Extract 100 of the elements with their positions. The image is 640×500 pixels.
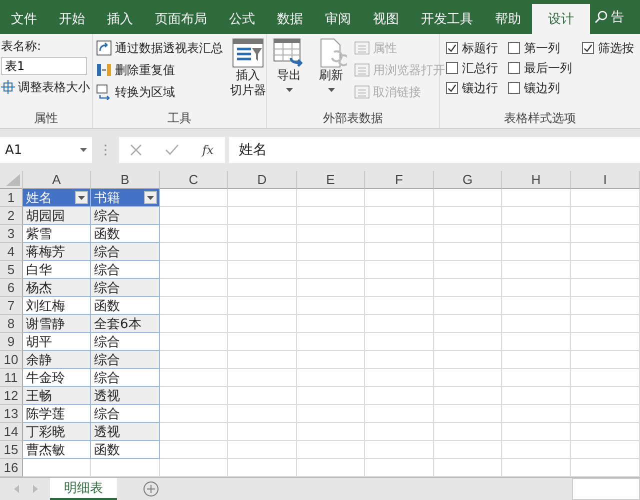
worksheet-cell[interactable] bbox=[297, 441, 365, 459]
worksheet-cell[interactable] bbox=[297, 351, 365, 369]
worksheet-cell[interactable] bbox=[434, 189, 502, 207]
worksheet-cell[interactable] bbox=[228, 297, 297, 315]
worksheet-cell[interactable]: 透视 bbox=[91, 387, 160, 405]
worksheet-cell[interactable] bbox=[228, 405, 297, 423]
worksheet-cell[interactable] bbox=[502, 279, 571, 297]
ribbon-tab[interactable]: 审阅 bbox=[314, 4, 362, 34]
ribbon-tab[interactable]: 插入 bbox=[96, 4, 144, 34]
worksheet-cell[interactable] bbox=[571, 423, 640, 441]
worksheet-cell[interactable]: 王畅 bbox=[23, 387, 91, 405]
worksheet-cell[interactable] bbox=[365, 297, 434, 315]
ribbon-tab[interactable]: 设计 bbox=[532, 4, 590, 34]
ribbon-tab[interactable]: 开发工具 bbox=[410, 4, 484, 34]
worksheet-cell[interactable] bbox=[297, 261, 365, 279]
worksheet-cell[interactable]: 蒋梅芳 bbox=[23, 243, 91, 261]
worksheet-cell[interactable]: 函数 bbox=[91, 441, 160, 459]
worksheet-cell[interactable] bbox=[502, 189, 571, 207]
worksheet-cell[interactable] bbox=[571, 333, 640, 351]
worksheet-cell[interactable] bbox=[434, 243, 502, 261]
worksheet-cell[interactable] bbox=[228, 315, 297, 333]
worksheet-cell[interactable] bbox=[365, 333, 434, 351]
worksheet-cell[interactable]: 谢雪静 bbox=[23, 315, 91, 333]
tell-me-button[interactable]: 告 bbox=[594, 0, 624, 34]
worksheet-cell[interactable] bbox=[434, 297, 502, 315]
worksheet-cell[interactable] bbox=[228, 279, 297, 297]
row-header[interactable]: 14 bbox=[0, 423, 23, 441]
column-header[interactable]: A bbox=[23, 171, 91, 189]
worksheet-cell[interactable]: 书籍 bbox=[91, 189, 160, 207]
row-header[interactable]: 15 bbox=[0, 441, 23, 459]
worksheet-cell[interactable] bbox=[160, 423, 228, 441]
worksheet-cell[interactable]: 综合 bbox=[91, 207, 160, 225]
worksheet-cell[interactable] bbox=[160, 405, 228, 423]
worksheet-cell[interactable] bbox=[434, 225, 502, 243]
worksheet-cell[interactable] bbox=[365, 351, 434, 369]
export-button[interactable]: 导出 bbox=[270, 38, 308, 110]
worksheet-cell[interactable]: 胡园园 bbox=[23, 207, 91, 225]
style-option-checkbox[interactable]: 镶边列 bbox=[508, 78, 580, 98]
worksheet-cell[interactable]: 杨杰 bbox=[23, 279, 91, 297]
worksheet-cell[interactable] bbox=[297, 279, 365, 297]
worksheet-cell[interactable] bbox=[228, 243, 297, 261]
worksheet-cell[interactable] bbox=[365, 315, 434, 333]
worksheet-cell[interactable]: 余静 bbox=[23, 351, 91, 369]
worksheet-cell[interactable] bbox=[502, 351, 571, 369]
worksheet-cell[interactable] bbox=[228, 441, 297, 459]
select-all-icon[interactable] bbox=[6, 174, 20, 186]
resize-table-button[interactable]: 调整表格大小 bbox=[1, 77, 91, 97]
worksheet-cell[interactable] bbox=[228, 423, 297, 441]
worksheet-cell[interactable] bbox=[502, 387, 571, 405]
worksheet-cell[interactable] bbox=[502, 243, 571, 261]
refresh-button[interactable]: 刷新 bbox=[312, 38, 350, 110]
worksheet-cell[interactable] bbox=[297, 207, 365, 225]
ribbon-tab[interactable]: 帮助 bbox=[484, 4, 532, 34]
worksheet-cell[interactable]: 全套6本 bbox=[91, 315, 160, 333]
worksheet-cell[interactable] bbox=[434, 423, 502, 441]
ribbon-tab[interactable]: 文件 bbox=[0, 4, 48, 34]
worksheet-cell[interactable] bbox=[297, 405, 365, 423]
row-header[interactable]: 8 bbox=[0, 315, 23, 333]
row-header[interactable]: 13 bbox=[0, 405, 23, 423]
worksheet-cell[interactable] bbox=[297, 297, 365, 315]
worksheet-cell[interactable] bbox=[571, 297, 640, 315]
worksheet-cell[interactable] bbox=[365, 225, 434, 243]
filter-dropdown-button[interactable] bbox=[144, 191, 157, 204]
worksheet-cell[interactable] bbox=[160, 441, 228, 459]
style-option-checkbox[interactable]: 筛选按 bbox=[582, 38, 637, 58]
worksheet-cell[interactable] bbox=[502, 369, 571, 387]
worksheet-cell[interactable] bbox=[365, 261, 434, 279]
worksheet-cell[interactable] bbox=[502, 333, 571, 351]
worksheet-cell[interactable] bbox=[571, 261, 640, 279]
worksheet-cell[interactable] bbox=[297, 243, 365, 261]
scroll-left-icon[interactable] bbox=[14, 485, 19, 493]
worksheet-cell[interactable] bbox=[571, 189, 640, 207]
worksheet-cell[interactable] bbox=[160, 387, 228, 405]
worksheet-cell[interactable] bbox=[228, 225, 297, 243]
style-option-checkbox[interactable]: 第一列 bbox=[508, 38, 580, 58]
worksheet-cell[interactable] bbox=[571, 405, 640, 423]
worksheet-cell[interactable] bbox=[160, 333, 228, 351]
caret-icon[interactable] bbox=[80, 148, 87, 152]
ribbon-tab[interactable]: 页面布局 bbox=[144, 4, 218, 34]
style-option-checkbox[interactable]: 最后一列 bbox=[508, 58, 580, 78]
worksheet-cell[interactable] bbox=[502, 225, 571, 243]
row-header[interactable]: 11 bbox=[0, 369, 23, 387]
worksheet-cell[interactable] bbox=[160, 351, 228, 369]
column-header[interactable]: E bbox=[297, 171, 365, 189]
worksheet-cell[interactable] bbox=[365, 207, 434, 225]
horizontal-scrollbar[interactable] bbox=[572, 478, 640, 500]
worksheet-cell[interactable] bbox=[297, 369, 365, 387]
insert-function-button[interactable]: fx bbox=[202, 143, 214, 157]
worksheet-cell[interactable] bbox=[365, 279, 434, 297]
column-header[interactable]: G bbox=[434, 171, 502, 189]
worksheet-cell[interactable]: 曹杰敏 bbox=[23, 441, 91, 459]
worksheet-cell[interactable] bbox=[434, 207, 502, 225]
row-header[interactable]: 4 bbox=[0, 243, 23, 261]
worksheet-cell[interactable]: 姓名 bbox=[23, 189, 91, 207]
worksheet-cell[interactable] bbox=[297, 423, 365, 441]
worksheet-cell[interactable] bbox=[297, 189, 365, 207]
worksheet-cell[interactable] bbox=[434, 279, 502, 297]
filter-dropdown-button[interactable] bbox=[75, 191, 88, 204]
worksheet-cell[interactable] bbox=[297, 225, 365, 243]
worksheet-cell[interactable] bbox=[571, 369, 640, 387]
